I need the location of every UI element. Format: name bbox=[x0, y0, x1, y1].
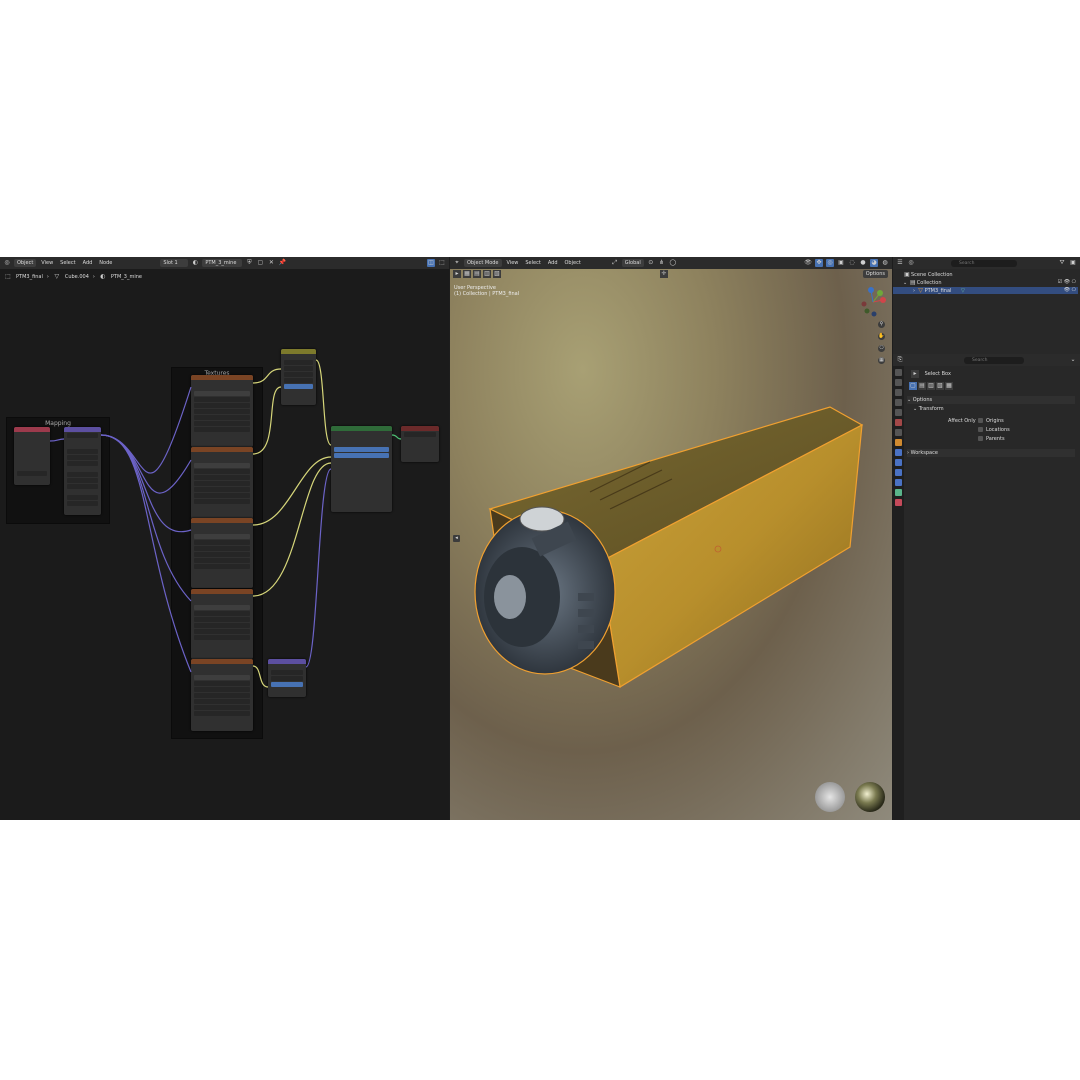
render-tab-icon[interactable] bbox=[895, 379, 902, 386]
chevron-down-icon: ⌄ bbox=[903, 280, 908, 286]
ptm3-object[interactable] bbox=[450, 257, 892, 820]
physics-tab-icon[interactable] bbox=[895, 469, 902, 476]
mode-extend-icon[interactable]: ▤ bbox=[918, 382, 926, 390]
outliner-item-ptm3-final[interactable]: › ▽ PTM3_final ▽ 👁 ⎔ bbox=[893, 287, 1078, 294]
chevron-down-icon: ⌄ bbox=[913, 406, 918, 412]
output-tab-icon[interactable] bbox=[895, 389, 902, 396]
select-mode-buttons: ▢ ▤ ▥ ▧ ▦ bbox=[909, 382, 953, 390]
locations-checkbox[interactable]: Locations bbox=[978, 427, 1010, 433]
outliner[interactable]: ☰ ◎ Search ⛛ ▣ ▣Scene Collection ⌄ ▤Coll… bbox=[893, 257, 1080, 352]
checkbox-icon bbox=[978, 427, 983, 432]
display-mode-icon[interactable]: ◎ bbox=[907, 259, 915, 267]
transform-subpanel-header[interactable]: ⌄ Transform bbox=[913, 406, 944, 412]
editor-type-icon[interactable]: ⎘ bbox=[896, 356, 904, 364]
workspace-panel-header[interactable]: › Workspace bbox=[907, 449, 1075, 457]
properties-editor[interactable]: ⎘ Search ⌄ ▸ Select Box ▢ ▤ ▥ ▧ ▦ ⌄ Opti… bbox=[893, 354, 1080, 820]
mode-set-icon[interactable]: ▢ bbox=[909, 382, 917, 390]
mode-subtract-icon[interactable]: ▥ bbox=[927, 382, 935, 390]
mode-intersect-icon[interactable]: ▦ bbox=[945, 382, 953, 390]
mesh-object-icon: ▽ bbox=[918, 287, 923, 294]
options-panel-header[interactable]: ⌄ Options bbox=[907, 396, 1075, 404]
node-links bbox=[49, 359, 402, 688]
chevron-down-icon: ⌄ bbox=[907, 397, 912, 403]
mode-difference-icon[interactable]: ▧ bbox=[936, 382, 944, 390]
material-tab-icon[interactable] bbox=[895, 499, 902, 506]
checkbox-icon bbox=[978, 436, 983, 441]
parents-checkbox[interactable]: Parents bbox=[978, 436, 1005, 442]
select-box-tool-icon: ▸ bbox=[911, 370, 919, 378]
mesh-data-icon: ▽ bbox=[961, 288, 965, 294]
right-panels: ☰ ◎ Search ⛛ ▣ ▣Scene Collection ⌄ ▤Coll… bbox=[893, 257, 1080, 820]
outliner-item-collection[interactable]: ⌄ ▤Collection ☑ 👁 ⎔ bbox=[903, 279, 1078, 287]
properties-header: ⎘ Search ⌄ bbox=[893, 354, 1080, 366]
chevron-right-icon: › bbox=[913, 288, 915, 294]
new-collection-icon[interactable]: ▣ bbox=[1069, 259, 1077, 267]
active-tool: ▸ Select Box bbox=[911, 370, 951, 378]
properties-tabs bbox=[893, 366, 904, 820]
data-tab-icon[interactable] bbox=[895, 489, 902, 496]
constraints-tab-icon[interactable] bbox=[895, 479, 902, 486]
shader-node-editor[interactable]: ◎ Object View Select Add Node Slot 1 ◐ P… bbox=[0, 257, 449, 820]
collection-tab-icon[interactable] bbox=[895, 429, 902, 436]
chevron-right-icon: › bbox=[907, 450, 909, 456]
affect-only-label: Affect Only bbox=[948, 418, 976, 424]
scene-tab-icon[interactable] bbox=[895, 409, 902, 416]
hdri-preview-matte bbox=[815, 782, 845, 812]
scene-collection-icon: ▣ bbox=[904, 271, 910, 278]
blender-window: ◎ Object View Select Add Node Slot 1 ◐ P… bbox=[0, 257, 1080, 820]
outliner-search-input[interactable]: Search bbox=[951, 259, 1017, 267]
modifier-tab-icon[interactable] bbox=[895, 449, 902, 456]
3d-viewport[interactable]: ⌖ Object Mode View Select Add Object ⤢ G… bbox=[450, 257, 892, 820]
outliner-header: ☰ ◎ Search ⛛ ▣ bbox=[893, 257, 1080, 269]
collection-visibility-icons[interactable]: ☑ 👁 ⎔ bbox=[1058, 279, 1076, 285]
view-layer-tab-icon[interactable] bbox=[895, 399, 902, 406]
origins-checkbox[interactable]: Origins bbox=[978, 418, 1004, 424]
object-visibility-icons[interactable]: 👁 ⎔ bbox=[1064, 287, 1076, 293]
tool-tab-icon[interactable] bbox=[895, 369, 902, 376]
object-tab-icon[interactable] bbox=[895, 439, 902, 446]
editor-type-icon[interactable]: ☰ bbox=[896, 259, 904, 267]
chevron-down-icon[interactable]: ⌄ bbox=[1069, 356, 1077, 364]
collection-icon: ▤ bbox=[909, 279, 916, 286]
properties-search-input[interactable]: Search bbox=[964, 356, 1024, 364]
checkbox-icon bbox=[978, 418, 983, 423]
outliner-item-scene-collection[interactable]: ▣Scene Collection bbox=[903, 271, 952, 279]
filter-icon[interactable]: ⛛ bbox=[1058, 259, 1066, 267]
world-tab-icon[interactable] bbox=[895, 419, 902, 426]
hdri-preview-glossy bbox=[855, 782, 885, 812]
particles-tab-icon[interactable] bbox=[895, 459, 902, 466]
